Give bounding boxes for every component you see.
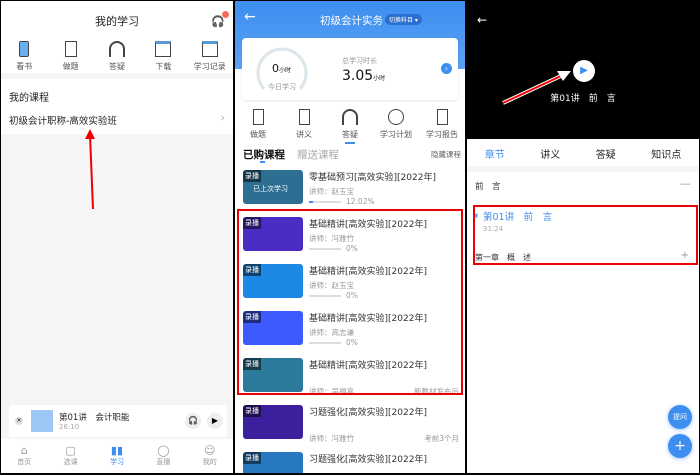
course-item[interactable]: 初级会计职称-高效实验班 › [1, 109, 233, 131]
content-tabs: 章节 讲义 答疑 知识点 [467, 141, 699, 165]
tool-exercise[interactable]: 做题 [235, 109, 281, 144]
today-value: 0小时 [272, 62, 292, 75]
collapse-icon[interactable]: — [680, 177, 691, 190]
tab-home[interactable]: ⌂ 首页 [9, 444, 39, 473]
course-title: 习题强化[高效实验][2022年] [309, 408, 427, 418]
shortcut-qa[interactable]: 答疑 [94, 41, 140, 72]
tab-bought[interactable]: 已购课程 [243, 147, 285, 162]
tab-indicator [260, 161, 265, 163]
progress-text: 12.02% [346, 197, 375, 206]
tab-me[interactable]: ☺ 我的 [195, 444, 225, 473]
book-icon [19, 41, 30, 57]
course-teacher: 讲师：赵玉宝 [309, 187, 354, 196]
header: 我的学习 🎧 看书 做题 答疑 下载 学习记录 [1, 1, 233, 73]
video-player[interactable]: ← ▶ 第01讲 前 言 [467, 1, 699, 139]
total-value: 3.05小时 [342, 68, 386, 84]
calendar-icon [201, 41, 218, 57]
course-thumbnail: 录播 [243, 405, 303, 439]
course-item[interactable]: 录播 习题强化[高效实验][2022年] [241, 448, 459, 473]
shortcut-exercise[interactable]: 做题 [48, 41, 94, 72]
close-icon[interactable]: × [15, 417, 23, 425]
tab-chapters[interactable]: 章节 [485, 146, 505, 161]
headset-icon [108, 41, 125, 57]
page-title: 我的学习 [95, 15, 139, 28]
exercise-icon [252, 109, 264, 125]
divider [467, 166, 699, 172]
course-detail-screen: ← 初级会计实务 切换科目 ▾ 0小时 今日学习 总学习时长 3.05小时 › … [235, 1, 465, 473]
study-stats-card: 0小时 今日学习 总学习时长 3.05小时 › [242, 38, 458, 100]
red-arrow-annotation [502, 71, 571, 105]
tool-notes[interactable]: 讲义 [281, 109, 327, 144]
tool-row: 做题 讲义 答疑 学习计划 学习报告 [235, 109, 465, 144]
tab-qa[interactable]: 答疑 [596, 146, 616, 161]
headset-icon[interactable]: 🎧 [211, 11, 229, 28]
page-title: 初级会计实务 [320, 15, 383, 27]
bottom-tab-bar: ⌂ 首页 ▢ 选课 ▮▮ 学习 ◯ 直播 ☺ 我的 [1, 439, 233, 473]
play-icon[interactable]: ▶ [573, 60, 595, 82]
exercise-icon [64, 41, 77, 57]
report-icon [436, 109, 448, 125]
course-cover [31, 410, 53, 432]
video-screen: ← ▶ 第01讲 前 言 章节 讲义 答疑 知识点 前 言 — ▮ 第01讲 前… [467, 1, 699, 473]
course-thumbnail: 录播 [243, 452, 303, 473]
course-status: 考前3个月 [424, 434, 459, 443]
course-thumbnail: 录播 已上次学习 [243, 170, 303, 204]
section-preface[interactable]: 前 言 — [467, 177, 699, 197]
switch-subject-button[interactable]: 切换科目 ▾ [385, 14, 422, 25]
course-title: 习题强化[高效实验][2022年] [309, 455, 427, 465]
shortcut-download[interactable]: 下载 [140, 41, 186, 72]
back-arrow-icon[interactable]: ← [244, 9, 256, 25]
back-arrow-icon[interactable]: ← [477, 13, 487, 27]
red-arrow-annotation [85, 129, 95, 210]
course-teacher: 讲师：冯雅竹 [309, 434, 354, 443]
tool-report[interactable]: 学习报告 [419, 109, 465, 144]
tab-live[interactable]: ◯ 直播 [148, 444, 178, 473]
my-courses-card: 我的课程 初级会计职称-高效实验班 › [1, 79, 233, 134]
course-item[interactable]: 录播 习题强化[高效实验][2022年] 讲师：冯雅竹 考前3个月 [241, 401, 459, 447]
play-icon[interactable]: ▶ [207, 413, 223, 429]
tab-gift[interactable]: 赠送课程 [297, 147, 339, 162]
audio-icon[interactable]: 🎧 [185, 413, 201, 429]
note-icon [298, 109, 310, 125]
progress-bar [309, 201, 341, 203]
clock-icon [388, 109, 404, 125]
hide-courses-button[interactable]: 隐藏课程 [431, 149, 461, 160]
ask-question-button[interactable]: 提问 [668, 405, 692, 429]
tool-qa[interactable]: 答疑 [327, 109, 373, 144]
shortcut-row: 看书 做题 答疑 下载 学习记录 [1, 41, 233, 72]
course-item[interactable]: 录播 已上次学习 零基础预习[高效实验][2022年] 讲师：赵玉宝 12.02% [241, 166, 459, 212]
tab-knowledge[interactable]: 知识点 [651, 146, 681, 161]
headset-icon [342, 109, 358, 125]
red-highlight-box [237, 209, 463, 395]
tab-study[interactable]: ▮▮ 学习 [102, 444, 132, 473]
chevron-right-icon[interactable]: › [441, 63, 452, 74]
download-icon [155, 41, 172, 57]
mini-player[interactable]: × 第01讲 会计职能 26:10 🎧 ▶ [9, 405, 227, 437]
tab-courses[interactable]: ▢ 选课 [56, 444, 86, 473]
section-title: 我的课程 [9, 93, 49, 104]
red-highlight-box [473, 205, 698, 265]
add-button[interactable]: + [668, 434, 692, 458]
shortcut-record[interactable]: 学习记录 [187, 41, 233, 72]
my-study-screen: 我的学习 🎧 看书 做题 答疑 下载 学习记录 我的课程 初级会计职称-高效实验… [1, 1, 233, 473]
chevron-right-icon: › [220, 111, 225, 124]
course-title: 零基础预习[高效实验][2022年] [309, 173, 436, 183]
tool-plan[interactable]: 学习计划 [373, 109, 419, 144]
shortcut-book[interactable]: 看书 [1, 41, 47, 72]
tab-notes[interactable]: 讲义 [540, 146, 560, 161]
